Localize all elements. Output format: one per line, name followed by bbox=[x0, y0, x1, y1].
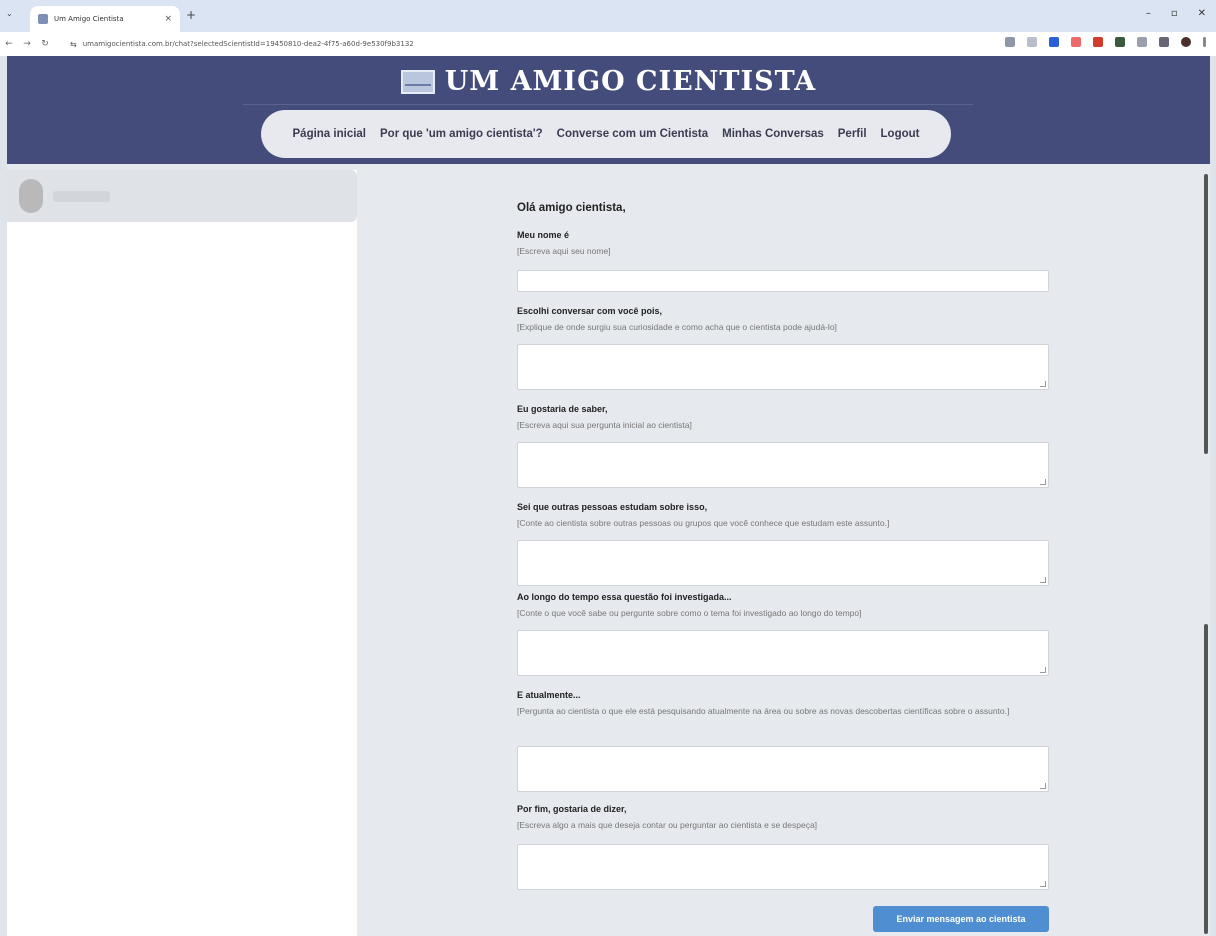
greeting: Olá amigo cientista, bbox=[517, 202, 626, 214]
browser-tabstrip: ⌄ Um Amigo Cientista × + – ▫ ✕ bbox=[0, 0, 1216, 32]
window-controls: – ▫ ✕ bbox=[1146, 8, 1206, 19]
send-message-button[interactable]: Enviar mensagem ao cientista bbox=[873, 906, 1049, 932]
current-textarea[interactable] bbox=[517, 746, 1049, 792]
close-window-button[interactable]: ✕ bbox=[1198, 8, 1206, 19]
contact-item[interactable] bbox=[7, 170, 357, 222]
nav-my-conversations[interactable]: Minhas Conversas bbox=[722, 128, 824, 140]
address-bar[interactable]: ⇆ umamigocientista.com.br/chat?selectedS… bbox=[70, 35, 1020, 53]
site-favicon-icon bbox=[38, 14, 48, 24]
maximize-button[interactable]: ▫ bbox=[1171, 8, 1178, 19]
closing-textarea[interactable] bbox=[517, 844, 1049, 890]
field-label-name: Meu nome é bbox=[517, 230, 570, 240]
field-hint-history: [Conte o que você sabe ou pergunte sobre… bbox=[517, 608, 862, 618]
extensions-puzzle-icon[interactable] bbox=[1137, 37, 1147, 47]
bookmark-star-icon[interactable] bbox=[1027, 37, 1037, 47]
extension-green-icon[interactable] bbox=[1115, 37, 1125, 47]
download-icon[interactable] bbox=[1159, 37, 1169, 47]
contact-name-blurred bbox=[53, 190, 110, 202]
password-key-icon[interactable] bbox=[1005, 37, 1015, 47]
header-divider bbox=[243, 104, 973, 105]
tab-title: Um Amigo Cientista bbox=[54, 15, 124, 23]
extension-red-icon[interactable] bbox=[1093, 37, 1103, 47]
field-hint-current: [Pergunta ao cientista o que ele está pe… bbox=[517, 706, 1010, 716]
history-textarea[interactable] bbox=[517, 630, 1049, 676]
nav-logout[interactable]: Logout bbox=[881, 128, 920, 140]
question-textarea[interactable] bbox=[517, 442, 1049, 488]
scrollbar-thumb-lower[interactable] bbox=[1204, 624, 1208, 934]
new-tab-button[interactable]: + bbox=[186, 8, 196, 22]
nav-why[interactable]: Por que 'um amigo cientista'? bbox=[380, 128, 543, 140]
nav-home[interactable]: Página inicial bbox=[293, 128, 367, 140]
nav-profile[interactable]: Perfil bbox=[838, 128, 867, 140]
field-label-history: Ao longo do tempo essa questão foi inves… bbox=[517, 592, 732, 602]
extensions-area bbox=[1005, 37, 1206, 47]
browser-tab[interactable]: Um Amigo Cientista × bbox=[30, 6, 180, 32]
field-label-reason: Escolhi conversar com você pois, bbox=[517, 306, 663, 316]
others-textarea[interactable] bbox=[517, 540, 1049, 586]
scrollbar-thumb[interactable] bbox=[1204, 174, 1208, 454]
nav-talk-scientist[interactable]: Converse com um Cientista bbox=[557, 128, 708, 140]
tab-close-icon[interactable]: × bbox=[164, 14, 172, 24]
page-scrollbar[interactable] bbox=[1202, 164, 1210, 936]
field-hint-reason: [Explique de onde surgiu sua curiosidade… bbox=[517, 322, 837, 332]
field-hint-question: [Escreva aqui sua pergunta inicial ao ci… bbox=[517, 420, 692, 430]
url-text[interactable]: umamigocientista.com.br/chat?selectedSci… bbox=[83, 40, 414, 48]
reload-button[interactable]: ↻ bbox=[36, 39, 54, 49]
forward-button[interactable]: → bbox=[18, 39, 36, 49]
field-label-question: Eu gostaria de saber, bbox=[517, 404, 608, 414]
site-info-icon[interactable]: ⇆ bbox=[70, 40, 77, 49]
profile-avatar-icon[interactable] bbox=[1181, 37, 1191, 47]
browser-menu-icon[interactable] bbox=[1203, 37, 1206, 47]
logo[interactable]: UM AMIGO CIENTISTA bbox=[7, 66, 1210, 97]
reason-textarea[interactable] bbox=[517, 344, 1049, 390]
minimize-button[interactable]: – bbox=[1146, 8, 1151, 19]
field-hint-closing: [Escreva algo a mais que deseja contar o… bbox=[517, 820, 818, 830]
avatar bbox=[19, 179, 43, 213]
page: UM AMIGO CIENTISTA Página inicial Por qu… bbox=[7, 56, 1210, 936]
back-button[interactable]: ← bbox=[0, 39, 18, 49]
main-nav: Página inicial Por que 'um amigo cientis… bbox=[261, 110, 951, 158]
message-form-area: Olá amigo cientista, Meu nome é [Escreva… bbox=[357, 164, 1210, 936]
field-label-closing: Por fim, gostaria de dizer, bbox=[517, 804, 627, 814]
site-title: UM AMIGO CIENTISTA bbox=[444, 66, 817, 97]
envelope-logo-icon bbox=[400, 69, 435, 94]
field-label-others: Sei que outras pessoas estudam sobre iss… bbox=[517, 502, 708, 512]
field-label-current: E atualmente... bbox=[517, 690, 581, 700]
field-hint-others: [Conte ao cientista sobre outras pessoas… bbox=[517, 518, 890, 528]
tab-search-icon[interactable]: ⌄ bbox=[6, 9, 13, 18]
extension-pink-icon[interactable] bbox=[1071, 37, 1081, 47]
name-input[interactable] bbox=[517, 270, 1049, 292]
extension-blue-icon[interactable] bbox=[1049, 37, 1059, 47]
field-hint-name: [Escreva aqui seu nome] bbox=[517, 246, 611, 256]
browser-toolbar: ← → ↻ ⇆ umamigocientista.com.br/chat?sel… bbox=[0, 32, 1216, 56]
conversation-sidebar bbox=[7, 170, 357, 936]
site-header: UM AMIGO CIENTISTA Página inicial Por qu… bbox=[7, 56, 1210, 164]
